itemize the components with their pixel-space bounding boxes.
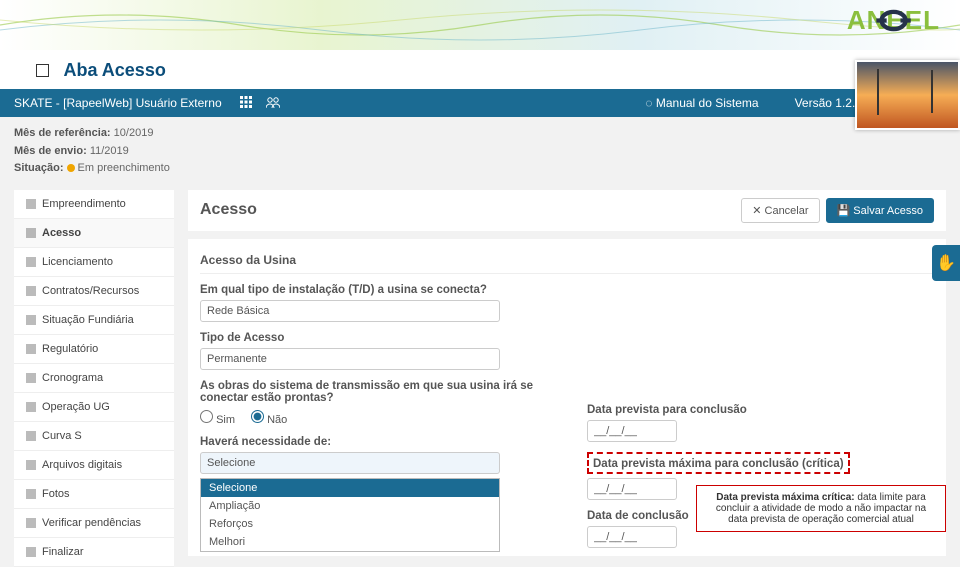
option-ampliação[interactable]: Ampliação: [201, 497, 499, 515]
aneel-logo-icon: [847, 5, 940, 36]
highlight-data-critica: Data prevista máxima para conclusão (crí…: [587, 452, 850, 474]
sidebar-item-verificar-pend-ncias[interactable]: Verificar pendências: [14, 509, 174, 538]
brand-logo: ANEEL: [847, 5, 940, 36]
side-nav: EmpreendimentoAcessoLicenciamentoContrat…: [14, 190, 174, 567]
sidebar-item-empreendimento[interactable]: Empreendimento: [14, 190, 174, 219]
users-icon[interactable]: [266, 96, 280, 111]
option-reforços[interactable]: Reforços: [201, 515, 499, 533]
sidebar-item-acesso[interactable]: Acesso: [14, 219, 174, 248]
option-selecione[interactable]: Selecione: [201, 479, 499, 497]
annotation-callout: Data prevista máxima crítica: data limit…: [696, 485, 946, 532]
label-tipo-instalacao: Em qual tipo de instalação (T/D) a usina…: [200, 284, 547, 296]
label-obras-prontas: As obras do sistema de transmissão em qu…: [200, 380, 547, 404]
app-name: SKATE - [RapeelWeb] Usuário Externo: [14, 96, 222, 110]
context-info-strip: Mês de referência: 10/2019 Mês de envio:…: [0, 117, 960, 186]
sidebar-item-situa-o-fundi-ria[interactable]: Situação Fundiária: [14, 306, 174, 335]
input-data-critica[interactable]: [587, 478, 677, 500]
bullet-square-icon: [36, 64, 49, 77]
sidebar-item-fotos[interactable]: Fotos: [14, 480, 174, 509]
section-acesso-usina: Acesso da Usina: [200, 247, 934, 274]
slide-header-decor: ANEEL: [0, 0, 960, 50]
cancel-button[interactable]: ✕ Cancelar: [741, 198, 819, 223]
sidebar-item-curva-s[interactable]: Curva S: [14, 422, 174, 451]
sidebar-item-contratos-recursos[interactable]: Contratos/Recursos: [14, 277, 174, 306]
radio-sim[interactable]: Sim: [200, 410, 235, 426]
sidebar-item-finalizar[interactable]: Finalizar: [14, 538, 174, 567]
sidebar-item-regulat-rio[interactable]: Regulatório: [14, 335, 174, 364]
label-data-prevista: Data prevista para conclusão: [587, 404, 934, 416]
powerline-photo: [855, 60, 960, 130]
manual-link[interactable]: ◌ Manual do Sistema: [645, 96, 776, 110]
input-data-conclusao[interactable]: [587, 526, 677, 548]
status-dot-icon: [67, 164, 75, 172]
panel-header: Acesso ✕ Cancelar 💾 Salvar Acesso: [188, 190, 946, 231]
sidebar-item-cronograma[interactable]: Cronograma: [14, 364, 174, 393]
label-necessidade: Haverá necessidade de:: [200, 436, 547, 448]
sidebar-item-opera-o-ug[interactable]: Operação UG: [14, 393, 174, 422]
slide-title: Aba Acesso: [63, 60, 165, 81]
slide-title-row: Aba Acesso: [0, 50, 960, 89]
option-melhori[interactable]: Melhori: [201, 533, 499, 551]
sidebar-item-licenciamento[interactable]: Licenciamento: [14, 248, 174, 277]
save-button[interactable]: 💾 Salvar Acesso: [826, 198, 934, 223]
radio-nao[interactable]: Não: [251, 410, 287, 426]
select-tipo-instalacao[interactable]: Rede Básica: [200, 300, 500, 322]
page-title: Acesso: [200, 201, 735, 219]
help-badge[interactable]: ✋: [932, 245, 960, 281]
grid-icon[interactable]: [240, 96, 252, 111]
label-data-critica: Data prevista máxima para conclusão (crí…: [593, 458, 844, 470]
input-data-prevista[interactable]: [587, 420, 677, 442]
select-tipo-acesso[interactable]: Permanente: [200, 348, 500, 370]
select-necessidade[interactable]: Selecione SelecioneAmpliaçãoReforçosMelh…: [200, 452, 500, 474]
sidebar-item-arquivos-digitais[interactable]: Arquivos digitais: [14, 451, 174, 480]
label-tipo-acesso: Tipo de Acesso: [200, 332, 547, 344]
app-top-bar: SKATE - [RapeelWeb] Usuário Externo ◌ Ma…: [0, 89, 960, 117]
